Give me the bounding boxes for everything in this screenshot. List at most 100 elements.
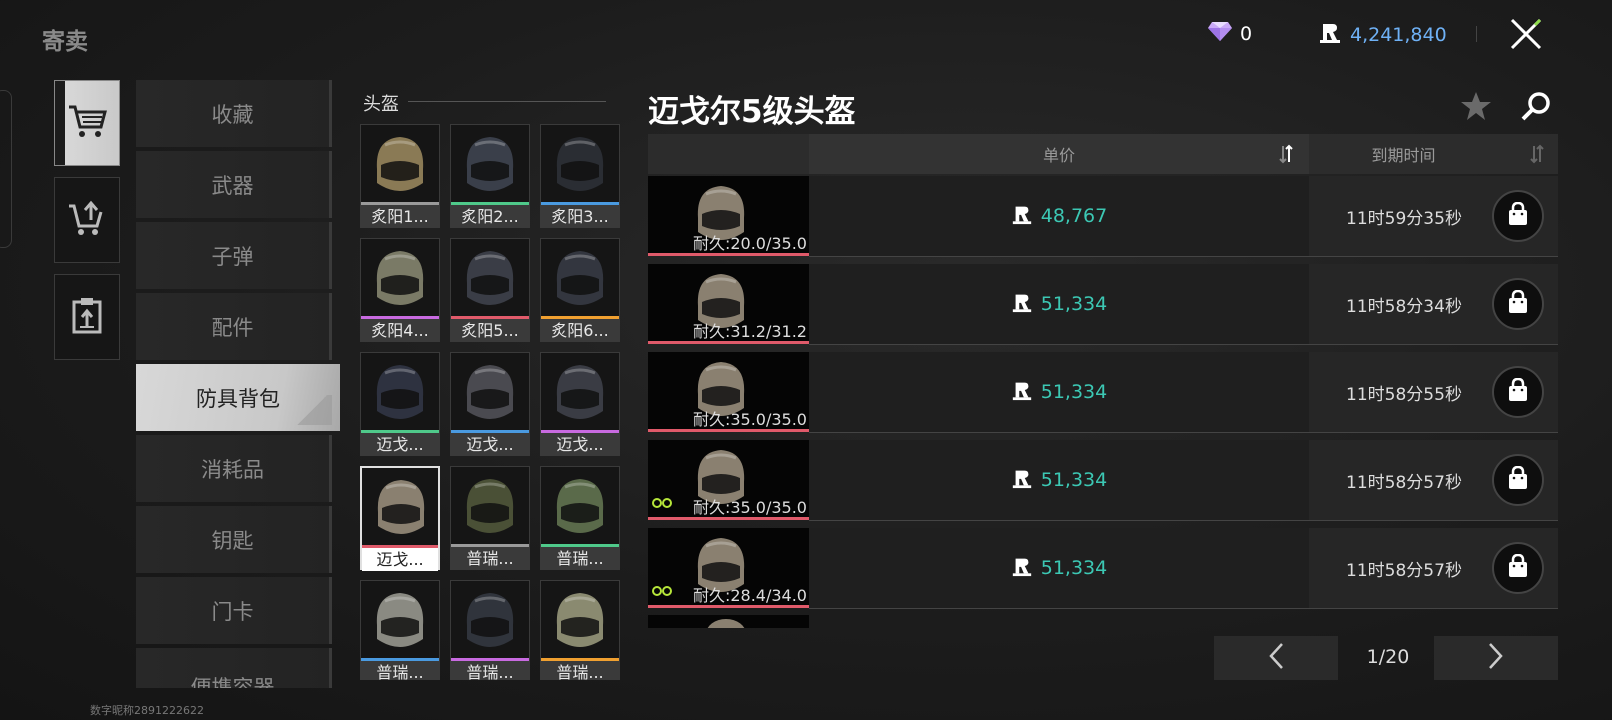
listing-price: 51,334 — [809, 264, 1309, 344]
goggles-icon — [652, 493, 672, 512]
category-tab[interactable]: 收藏 — [136, 80, 332, 147]
goggles-icon — [652, 581, 672, 600]
category-tab[interactable]: 子弹 — [136, 222, 332, 289]
category-tab[interactable]: 武器 — [136, 151, 332, 218]
edge-tab[interactable] — [0, 90, 12, 248]
buy-button[interactable] — [1492, 366, 1544, 418]
listing-row[interactable]: 耐久:31.2/31.2 51,334 11时58分34秒 — [648, 264, 1558, 345]
price-value: 51,334 — [1040, 293, 1108, 315]
category-tab[interactable]: 配件 — [136, 293, 332, 360]
helmet-icon — [365, 357, 435, 427]
category-tab[interactable]: 门卡 — [136, 577, 332, 644]
category-label: 子弹 — [211, 244, 254, 269]
category-tab[interactable]: 钥匙 — [136, 506, 332, 573]
cart-icon — [67, 103, 107, 143]
item-label: 迈戈... — [362, 548, 438, 571]
buy-button[interactable] — [1492, 190, 1544, 242]
category-tab[interactable]: 消耗品 — [136, 435, 332, 502]
item-tile[interactable]: 普瑞... — [360, 580, 440, 680]
item-label: 普瑞... — [541, 661, 619, 680]
sell-button[interactable] — [54, 177, 120, 263]
category-tab[interactable]: 便携容器 — [136, 648, 332, 688]
item-tile[interactable]: 迈戈... — [360, 466, 440, 571]
price-value: 51,334 — [1040, 557, 1108, 579]
item-tile[interactable]: 炙阳3... — [540, 124, 620, 228]
records-button[interactable] — [54, 274, 120, 360]
durability-bar — [648, 429, 809, 432]
time-column-header[interactable]: 到期时间 — [1309, 134, 1558, 174]
category-tab[interactable]: 防具背包 — [136, 364, 340, 431]
item-label: 炙阳5... — [451, 319, 529, 342]
item-tile[interactable]: 炙阳5... — [450, 238, 530, 342]
gem-currency: 0 — [1208, 20, 1252, 47]
price-column-header[interactable]: 单价 — [809, 134, 1309, 174]
item-tile[interactable]: 普瑞... — [450, 580, 530, 680]
item-tile[interactable]: 迈戈... — [540, 352, 620, 456]
item-tile[interactable]: 炙阳2... — [450, 124, 530, 228]
coin-icon — [1318, 20, 1342, 49]
buy-button[interactable] — [1492, 278, 1544, 330]
buy-button[interactable] — [1492, 454, 1544, 506]
item-tile[interactable]: 普瑞... — [540, 466, 620, 570]
listing-row[interactable]: 耐久:35.0/35.0 51,334 11时58分55秒 — [648, 352, 1558, 433]
item-label: 普瑞... — [361, 661, 439, 680]
close-button[interactable] — [1500, 10, 1552, 62]
next-page-button[interactable] — [1434, 636, 1558, 680]
listing-thumbnail: 耐久:28.4/34.0 — [648, 528, 809, 608]
shopping-bag-icon — [1507, 289, 1529, 318]
section-title: 头盔 — [363, 94, 399, 115]
price-value: 48,767 — [1040, 205, 1108, 227]
section-divider — [408, 101, 606, 102]
item-tile[interactable]: 普瑞... — [450, 466, 530, 570]
item-tile[interactable]: 迈戈... — [450, 352, 530, 456]
durability-bar — [648, 341, 809, 344]
expiry-time: 11时58分34秒 — [1346, 296, 1462, 317]
item-tile[interactable]: 普瑞... — [540, 580, 620, 680]
listing-row[interactable]: 耐久:28.4/34.0 51,334 11时58分57秒 — [648, 528, 1558, 609]
buy-market-button[interactable] — [54, 80, 120, 166]
item-tile[interactable]: 炙阳4... — [360, 238, 440, 342]
item-label: 普瑞... — [451, 547, 529, 570]
listing-price: 51,334 — [809, 440, 1309, 520]
durability-text: 耐久:35.0/35.0 — [692, 498, 807, 517]
helmet-icon — [455, 471, 525, 541]
category-label: 武器 — [211, 173, 254, 198]
listing-expiry: 11时58分34秒 — [1309, 264, 1558, 344]
item-tile[interactable]: 炙阳1... — [360, 124, 440, 228]
listing-thumbnail: 耐久:31.2/31.2 — [648, 264, 809, 344]
sort-icon — [1530, 144, 1544, 168]
listing-header: 单价 到期时间 — [648, 134, 1558, 174]
gem-count: 0 — [1240, 22, 1253, 45]
item-label: 迈戈... — [451, 433, 529, 456]
item-tile[interactable]: 迈戈... — [360, 352, 440, 456]
coin-icon — [1011, 379, 1033, 406]
shopping-bag-icon — [1507, 553, 1529, 582]
durability-text: 耐久:35.0/35.0 — [692, 410, 807, 429]
price-value: 51,334 — [1040, 381, 1108, 403]
durability-text: 耐久:20.0/35.0 — [692, 234, 807, 253]
category-label: 钥匙 — [211, 528, 254, 553]
chevron-left-icon — [1268, 642, 1284, 674]
listing-row[interactable]: 耐久:20.0/35.0 48,767 11时59分35秒 — [648, 176, 1558, 257]
expiry-time: 11时59分35秒 — [1346, 208, 1462, 229]
category-label: 防具背包 — [196, 386, 280, 411]
listing-thumbnail: 耐久:20.0/35.0 — [648, 176, 809, 256]
diamond-icon — [1208, 20, 1232, 47]
coin-icon — [1011, 291, 1033, 318]
item-label: 炙阳2... — [451, 205, 529, 228]
item-tile[interactable]: 炙阳6... — [540, 238, 620, 342]
item-label: 炙阳6... — [541, 319, 619, 342]
prev-page-button[interactable] — [1214, 636, 1338, 680]
durability-text: 耐久:31.2/31.2 — [692, 322, 807, 341]
helmet-icon — [366, 472, 436, 542]
partial-listing-row — [648, 615, 809, 628]
listing-row[interactable]: 耐久:35.0/35.0 51,334 11时58分57秒 — [648, 440, 1558, 521]
sort-icon — [1279, 144, 1293, 168]
favorite-button[interactable] — [1460, 90, 1492, 126]
item-label: 迈戈... — [361, 433, 439, 456]
buy-button[interactable] — [1492, 542, 1544, 594]
category-label: 便携容器 — [190, 676, 275, 688]
search-button[interactable] — [1520, 90, 1552, 126]
helmet-icon — [365, 243, 435, 313]
item-label: 炙阳1... — [361, 205, 439, 228]
